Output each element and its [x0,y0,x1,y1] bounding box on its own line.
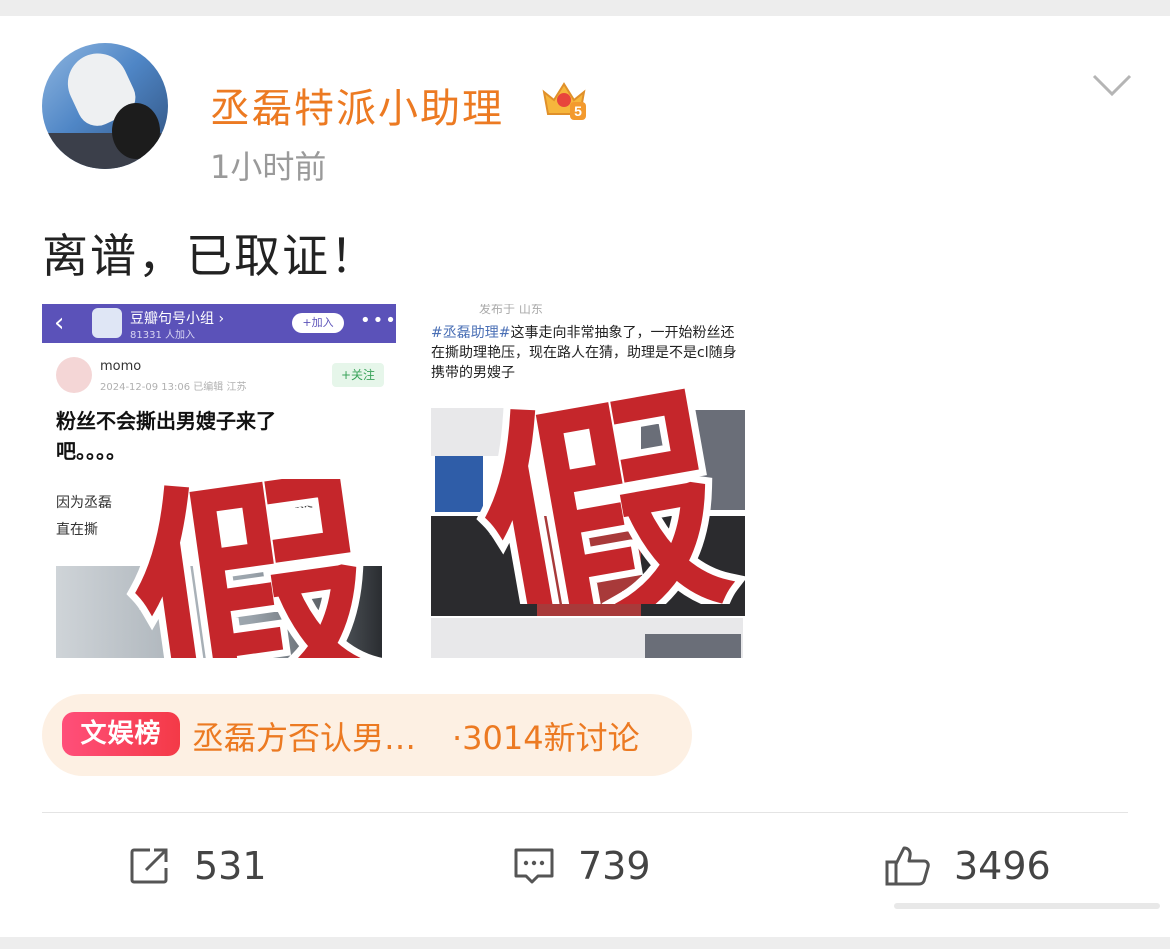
vip-crown-icon[interactable]: 5 [540,78,588,122]
more-icon: ••• [360,310,396,331]
screenshot-photo [56,566,382,658]
trending-topic-pill[interactable]: 文娱榜 丞磊方否认男… ·3014新讨论 [42,694,692,776]
trending-count: ·3014新讨论 [452,719,640,757]
screenshot-tile [537,516,641,616]
thumbs-up-icon [885,846,930,886]
username[interactable]: 丞磊特派小助理 [210,76,504,134]
comment-count: 739 [578,844,651,888]
post-time: 1小时前 [210,148,327,186]
group-name: 豆瓣句号小组 › [130,311,225,327]
screenshot-tile [641,516,745,616]
author-avatar [56,357,92,393]
share-icon [130,848,168,884]
bottom-separator [0,937,1170,949]
screenshot-post-text: #丞磊助理#这事走向非常抽象了，一开始粉丝还在撕助理艳压，现在路人在猜，助理是不… [431,325,737,381]
group-count: 81331 人加入 [130,330,195,341]
screenshot-tile [435,456,483,512]
comment-icon [514,848,554,884]
screenshot-tile [431,516,537,616]
screenshot-post-body: 因为丞磊 宣切粉最近一 直在撕 [56,495,332,538]
comment-button[interactable]: 739 [512,843,651,889]
screenshot-post-title: 粉丝不会撕出男嫂子来了吧。。。。 [56,409,276,463]
post-image-2[interactable]: 发布于 山东 #丞磊助理#这事走向非常抽象了，一开始粉丝还在撕助理艳压，现在路人… [429,304,745,658]
share-button[interactable]: 531 [128,843,267,889]
trending-badge: 文娱榜 [62,712,180,756]
post-meta: 2024-12-09 13:06 已编辑 江苏 [100,382,247,393]
group-icon [92,308,122,338]
top-separator [0,0,1170,16]
screenshot-tile [645,634,741,658]
join-button: +加入 [292,313,344,333]
follow-button: +关注 [332,363,384,387]
like-count: 3496 [954,844,1051,888]
like-button[interactable]: 3496 [884,843,1051,889]
trending-topic: 丞磊方否认男… [192,719,417,757]
screenshot-tile [431,408,539,456]
svg-text:5: 5 [574,103,582,119]
divider [42,812,1128,813]
avatar[interactable] [42,43,168,169]
post-text: 离谱，已取证！ [42,229,378,283]
author-name: momo [100,359,142,374]
back-icon: ‹ [54,308,65,338]
share-count: 531 [194,844,267,888]
post-image-1[interactable]: ‹ 豆瓣句号小组 › 81331 人加入 +加入 ••• momo 2024-1… [42,304,396,658]
chevron-down-icon[interactable] [1090,70,1134,100]
published-location: 发布于 山东 [479,304,543,316]
scroll-indicator [894,903,1160,909]
screenshot-tile [641,410,745,510]
